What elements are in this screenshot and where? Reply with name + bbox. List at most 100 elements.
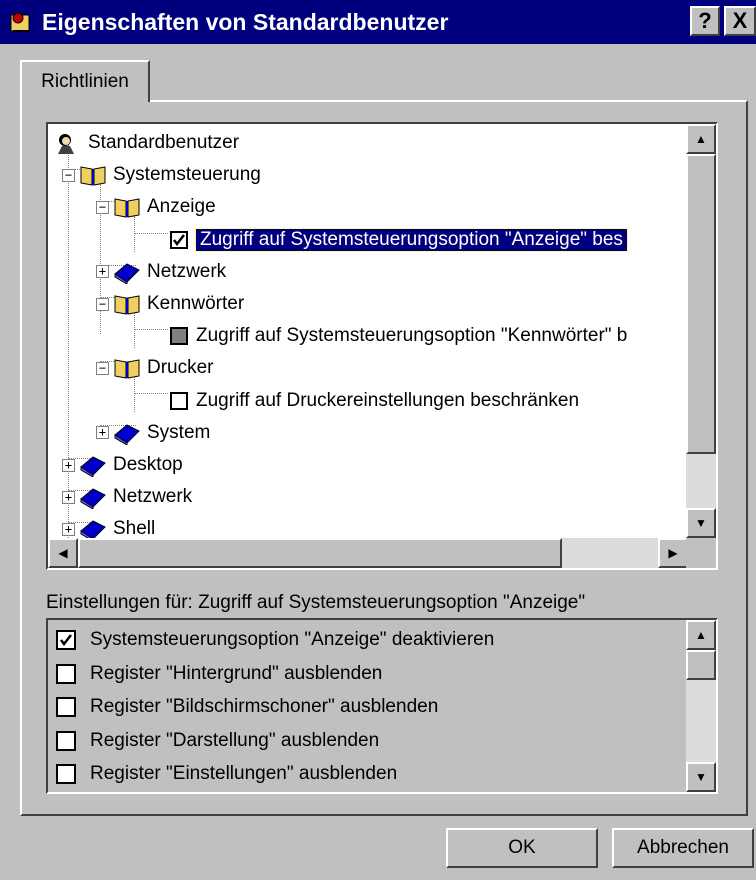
expand-icon[interactable]: + [96, 426, 109, 440]
tree-item-label: Zugriff auf Druckereinstellungen beschrä… [196, 389, 580, 411]
option-checkbox[interactable] [56, 630, 76, 650]
tree-item[interactable]: Zugriff auf Systemsteuerungsoption "Anze… [170, 225, 628, 255]
hscroll-thumb[interactable] [78, 538, 562, 568]
scroll-down-button[interactable]: ▼ [686, 508, 716, 538]
settings-option[interactable]: Systemsteuerungsoption "Anzeige" deaktiv… [56, 624, 494, 656]
settings-scroll-up-button[interactable]: ▲ [686, 620, 716, 650]
arrow-right-icon: ▶ [668, 546, 678, 560]
title-bar: Eigenschaften von Standardbenutzer ? X [0, 0, 756, 44]
open-book-icon [79, 163, 107, 187]
tree-item-label: Kennwörter [147, 293, 245, 314]
tree-item-label: Zugriff auf Systemsteuerungsoption "Kenn… [196, 325, 628, 347]
collapse-icon[interactable]: − [96, 200, 109, 214]
scroll-corner [686, 538, 716, 568]
closed-book-icon [79, 485, 107, 511]
arrow-left-icon: ◀ [58, 546, 68, 560]
expand-icon[interactable]: + [62, 522, 75, 536]
open-book-icon [113, 356, 141, 380]
close-button[interactable]: X [724, 6, 756, 36]
expand-icon[interactable]: + [62, 490, 75, 504]
tree-item-label: Standardbenutzer [88, 132, 240, 153]
arrow-down-icon: ▼ [695, 770, 707, 784]
tree-item-label: Netzwerk [147, 260, 227, 282]
settings-option[interactable]: Register "Bildschirmschoner" ausblenden [56, 691, 438, 723]
policy-editor-icon [6, 7, 36, 37]
tree-item-label: System [147, 421, 211, 443]
settings-option[interactable]: Register "Darstellung" ausblenden [56, 725, 379, 757]
settings-scroll-thumb[interactable] [686, 650, 716, 680]
tree-horizontal-scrollbar[interactable]: ◀ ▶ [48, 538, 688, 568]
ok-button[interactable]: OK [446, 828, 598, 868]
scroll-right-button[interactable]: ▶ [658, 538, 688, 568]
tree-item[interactable]: + Netzwerk [62, 482, 192, 512]
option-checkbox[interactable] [56, 663, 76, 684]
tree-item-label: Systemsteuerung [113, 164, 261, 186]
settings-scrollbar[interactable]: ▲ ▼ [686, 620, 716, 792]
open-book-icon [113, 292, 141, 316]
tree-item[interactable]: Zugriff auf Druckereinstellungen beschrä… [170, 386, 579, 416]
tree-vertical-scrollbar[interactable]: ▲ ▼ [686, 124, 716, 538]
arrow-up-icon: ▲ [695, 628, 707, 642]
tree-item[interactable]: − Drucker [96, 353, 214, 383]
arrow-up-icon: ▲ [695, 132, 707, 146]
closed-book-icon [79, 453, 107, 478]
option-checkbox[interactable] [56, 730, 76, 751]
tree-connector [134, 233, 168, 234]
user-icon [54, 131, 82, 155]
tree-item[interactable]: − Anzeige [96, 192, 216, 222]
settings-label: Einstellungen für: Zugriff auf Systemste… [46, 592, 585, 614]
policy-checkbox[interactable] [170, 230, 188, 249]
tab-label: Richtlinien [41, 71, 129, 92]
tree-item[interactable]: Standardbenutzer [54, 128, 239, 158]
tree-item-label: Netzwerk [113, 486, 193, 508]
option-label: Register "Einstellungen" ausblenden [90, 763, 398, 784]
cancel-button[interactable]: Abbrechen [612, 828, 754, 868]
close-icon: X [732, 8, 748, 33]
policy-checkbox[interactable] [170, 327, 188, 346]
tree-item-label: Zugriff auf Systemsteuerungsoption "Anze… [195, 227, 628, 252]
collapse-icon[interactable]: − [96, 361, 109, 375]
tree-item[interactable]: Zugriff auf Systemsteuerungsoption "Kenn… [170, 321, 627, 351]
settings-scroll-down-button[interactable]: ▼ [686, 762, 716, 792]
collapse-icon[interactable]: − [62, 168, 75, 182]
tree-item[interactable]: + Netzwerk [96, 257, 226, 287]
window-title: Eigenschaften von Standardbenutzer [42, 8, 449, 35]
tree-connector [134, 393, 168, 394]
help-icon: ? [698, 8, 712, 33]
settings-label-text: Einstellungen für: Zugriff auf Systemste… [46, 592, 586, 613]
cancel-label: Abbrechen [637, 837, 729, 858]
settings-option[interactable]: Register "Hintergrund" ausblenden [56, 658, 382, 690]
collapse-icon[interactable]: − [96, 297, 109, 311]
option-label: Systemsteuerungsoption "Anzeige" deaktiv… [90, 629, 495, 650]
tree-item-label: Desktop [113, 454, 183, 475]
tree-connector [134, 329, 168, 330]
option-label: Register "Hintergrund" ausblenden [90, 662, 383, 684]
expand-icon[interactable]: + [96, 265, 109, 279]
option-checkbox[interactable] [56, 764, 76, 784]
arrow-down-icon: ▼ [695, 516, 707, 530]
scroll-up-button[interactable]: ▲ [686, 124, 716, 154]
policy-checkbox[interactable] [170, 391, 188, 410]
settings-option[interactable]: Register "Einstellungen" ausblenden [56, 758, 397, 790]
tree-item[interactable]: − Kennwörter [96, 289, 244, 319]
option-label: Register "Darstellung" ausblenden [90, 729, 380, 751]
tree-item-label: Drucker [147, 357, 214, 379]
tree-item[interactable]: − Systemsteuerung [62, 160, 261, 190]
tree-item[interactable]: + Desktop [62, 450, 183, 480]
help-button[interactable]: ? [690, 6, 720, 36]
tree-content: Standardbenutzer − Systemsteuerung − Anzeige… [48, 124, 688, 544]
option-checkbox[interactable] [56, 697, 76, 717]
tree-item-label: Anzeige [147, 196, 216, 218]
policy-tree[interactable]: Standardbenutzer − Systemsteuerung − Anzeige… [46, 122, 718, 570]
open-book-icon [113, 195, 141, 219]
closed-book-icon [113, 421, 141, 446]
expand-icon[interactable]: + [62, 458, 75, 472]
tree-item[interactable]: + System [96, 418, 210, 448]
closed-book-icon [113, 260, 141, 285]
tab-richtlinien[interactable]: Richtlinien [20, 60, 150, 102]
scroll-left-button[interactable]: ◀ [48, 538, 78, 568]
scroll-thumb[interactable] [686, 154, 716, 454]
option-label: Register "Bildschirmschoner" ausblenden [90, 696, 439, 717]
ok-label: OK [508, 837, 536, 858]
settings-list[interactable]: Systemsteuerungsoption "Anzeige" deaktiv… [46, 618, 718, 794]
